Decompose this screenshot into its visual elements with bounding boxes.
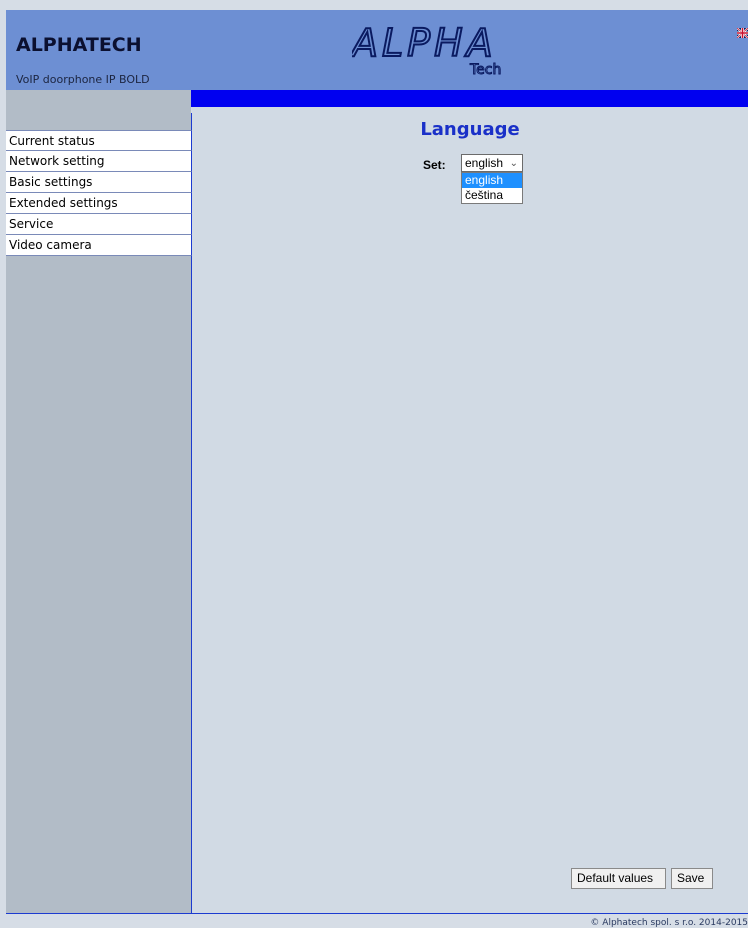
sidebar-item-video-camera[interactable]: Video camera xyxy=(6,235,192,256)
sidebar-item-network-setting[interactable]: Network setting xyxy=(6,151,192,172)
main-content: Language Set: english ⌄ english čeština … xyxy=(192,107,748,913)
chevron-down-icon: ⌄ xyxy=(509,158,518,169)
copyright-text: © Alphatech spol. s r.o. 2014-2015 xyxy=(590,918,748,928)
language-dropdown: english čeština xyxy=(461,172,523,204)
set-label: Set: xyxy=(423,158,446,172)
page-title: Language xyxy=(192,119,748,140)
brand-title: ALPHATECH xyxy=(16,34,142,56)
sidebar-item-service[interactable]: Service xyxy=(6,214,192,235)
logo-main-text: ALPHA xyxy=(352,22,497,65)
logo-sub-text: Tech xyxy=(469,62,501,76)
save-button[interactable]: Save xyxy=(671,868,713,889)
sidebar: Current status Network setting Basic set… xyxy=(6,113,192,913)
page: ALPHATECH VoIP doorphone IP BOLD ALPHA T… xyxy=(6,10,748,914)
sidebar-top-spacer xyxy=(6,90,191,113)
language-option-cestina[interactable]: čeština xyxy=(462,188,522,203)
footer-divider xyxy=(6,913,748,914)
top-blue-bar xyxy=(191,90,748,107)
uk-flag-icon[interactable] xyxy=(737,28,748,38)
language-select-value: english xyxy=(465,156,504,170)
language-option-english[interactable]: english xyxy=(462,173,522,188)
page-title-text: Language xyxy=(420,119,520,140)
alphatech-logo: ALPHA Tech xyxy=(352,22,502,76)
header: ALPHATECH VoIP doorphone IP BOLD ALPHA T… xyxy=(6,10,748,90)
sidebar-item-extended-settings[interactable]: Extended settings xyxy=(6,193,192,214)
nav-list: Current status Network setting Basic set… xyxy=(6,130,192,256)
sidebar-item-basic-settings[interactable]: Basic settings xyxy=(6,172,192,193)
default-values-button[interactable]: Default values xyxy=(571,868,666,889)
brand-subtitle: VoIP doorphone IP BOLD xyxy=(16,73,150,86)
sidebar-item-current-status[interactable]: Current status xyxy=(6,130,192,151)
language-select[interactable]: english ⌄ xyxy=(461,154,523,172)
